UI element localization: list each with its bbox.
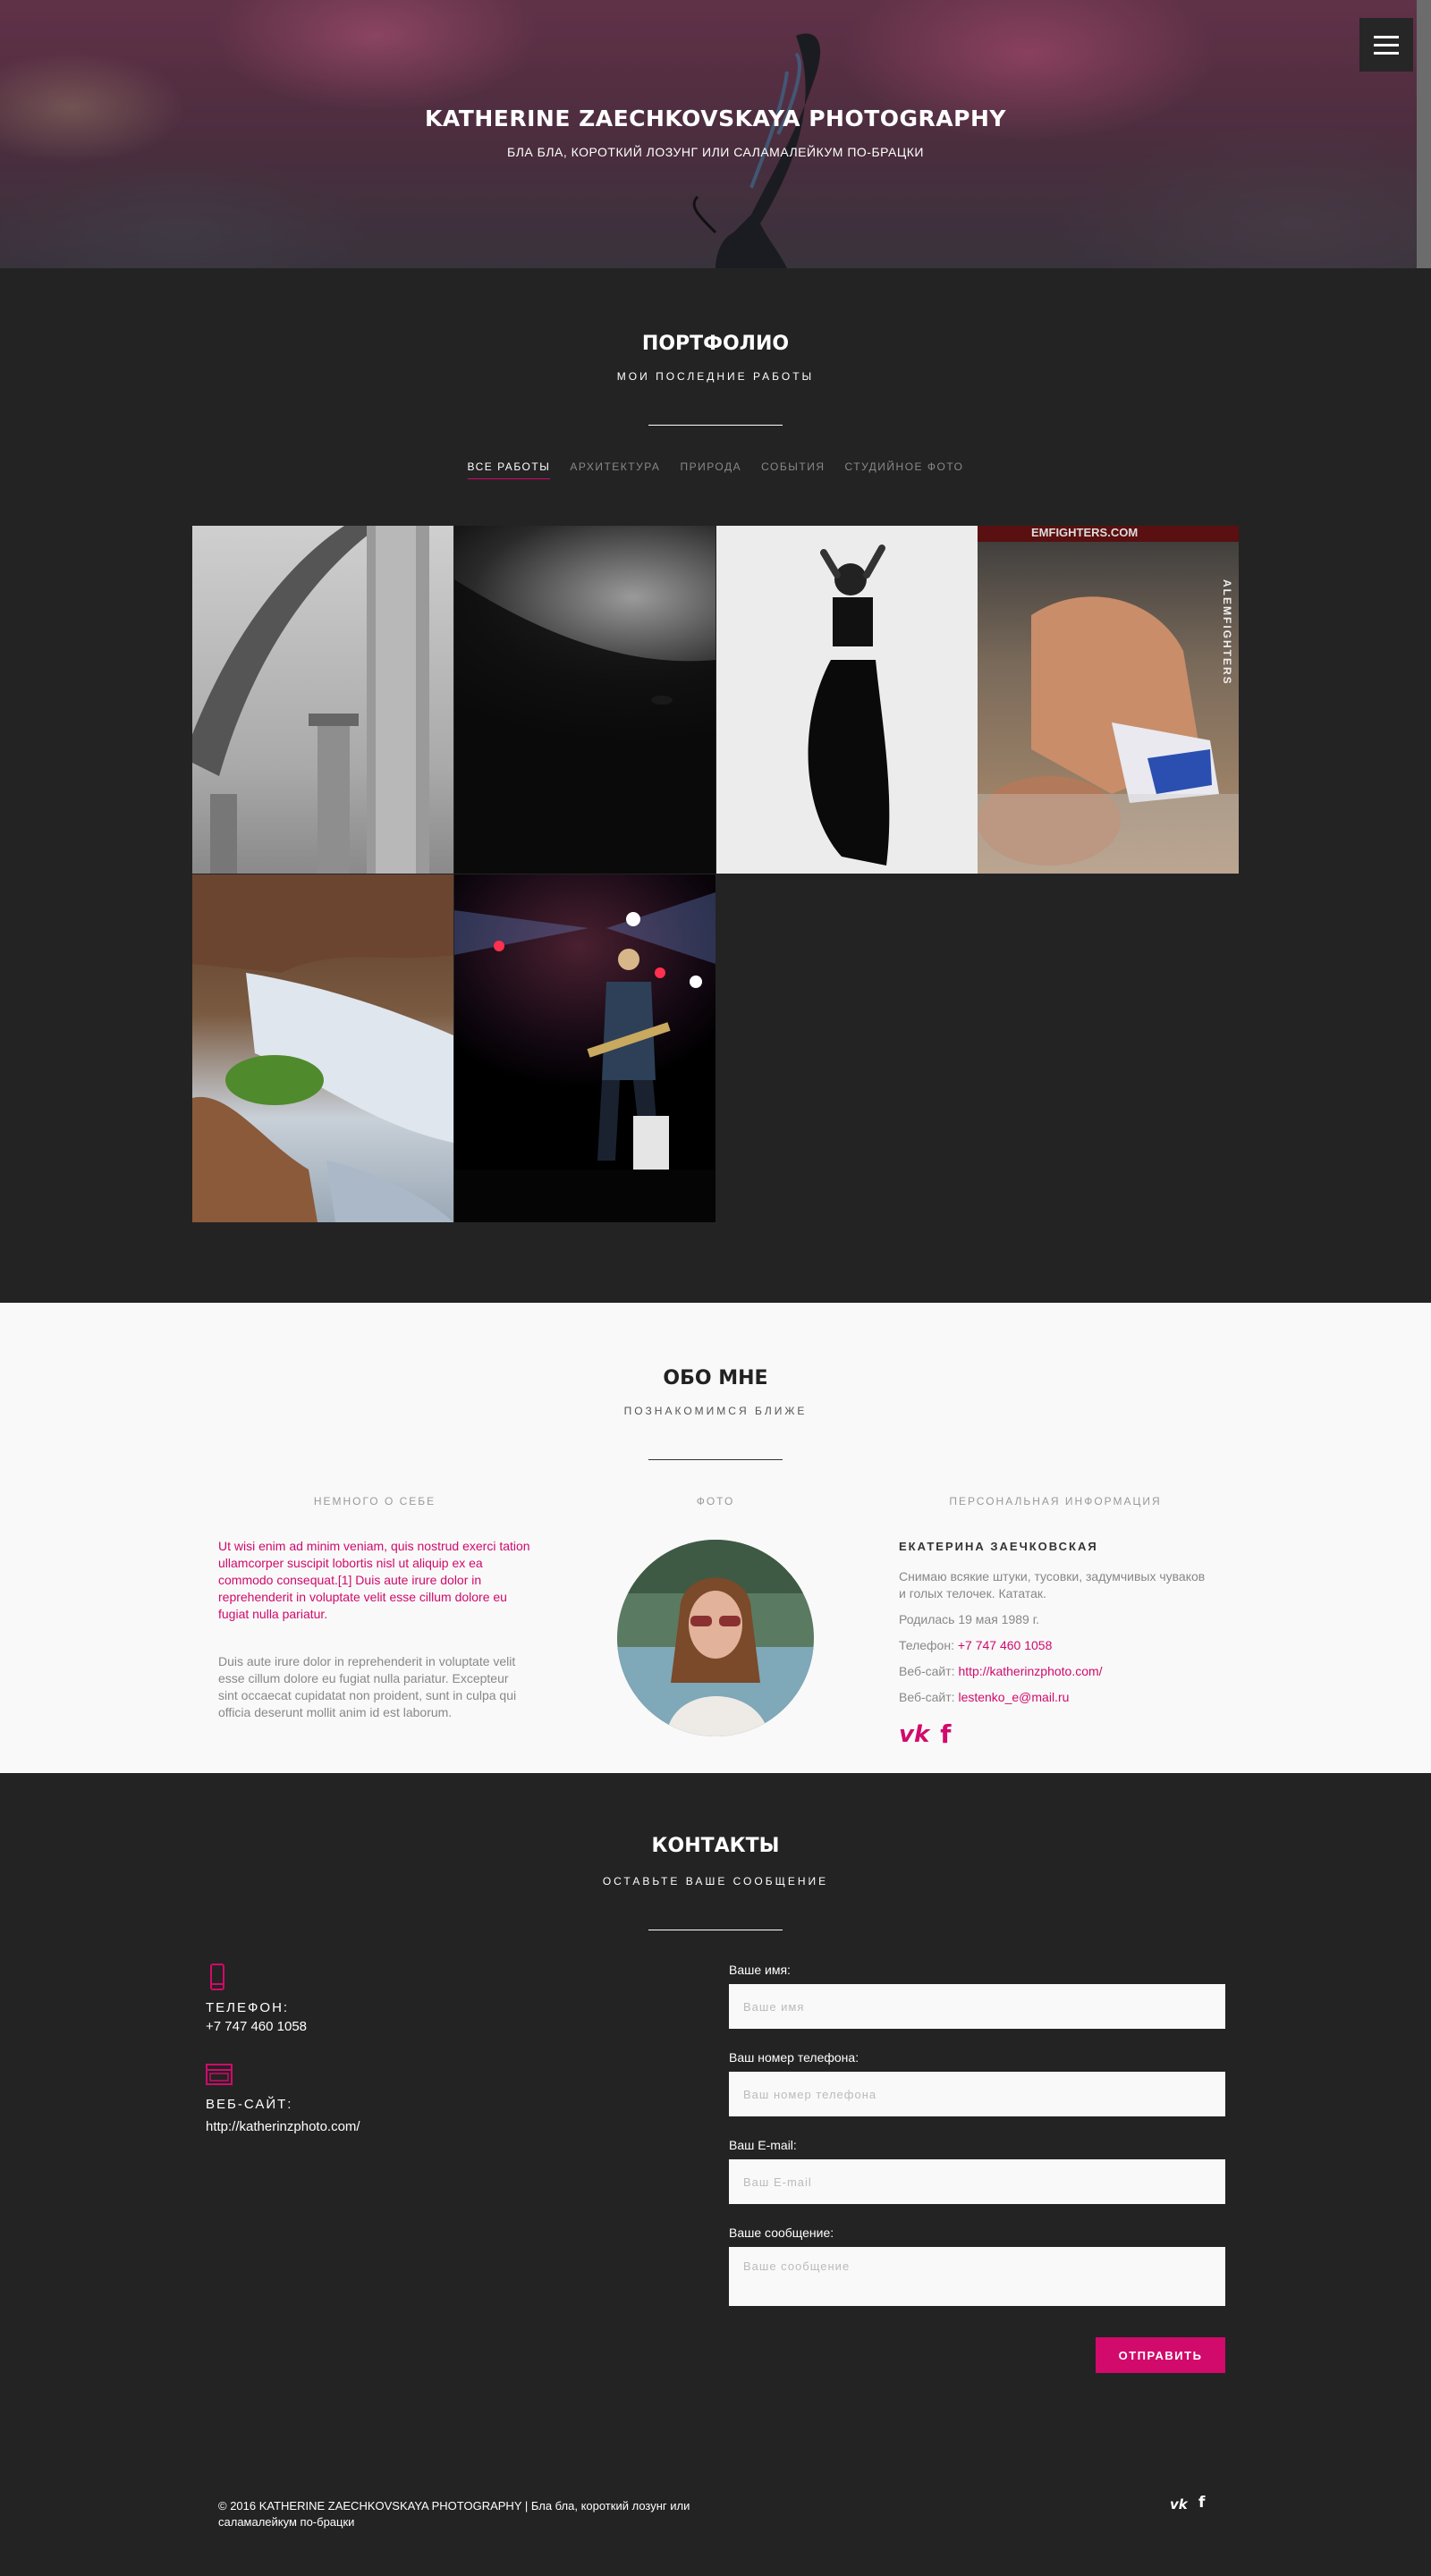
concert-photo	[454, 892, 716, 1222]
vk-icon[interactable]: vk	[899, 1721, 929, 1748]
hamburger-icon[interactable]	[1359, 18, 1413, 72]
architecture-photo	[192, 526, 429, 874]
contact-site[interactable]: http://katherinzphoto.com/	[206, 2119, 360, 2134]
portfolio-item-fight[interactable]: EMFIGHTERS.COM ALEMFIGHTERS	[978, 526, 1239, 874]
waterfall-photo	[192, 874, 453, 1222]
site-label: Веб-сайт:	[899, 1664, 955, 1678]
about-social: vk f	[899, 1719, 951, 1749]
person-born: Родилась 19 мая 1989 г.	[899, 1612, 1039, 1626]
portfolio-item-nude[interactable]	[454, 526, 716, 874]
filter-nature[interactable]: ПРИРОДА	[680, 460, 741, 479]
portfolio-title: ПОРТФОЛИО	[641, 333, 790, 355]
about-subtitle: ПОЗНАКОМИМСЯ БЛИЖЕ	[623, 1405, 808, 1417]
portfolio-item-architecture[interactable]	[192, 526, 453, 874]
phone-field-label: Ваш номер телефона:	[729, 2050, 859, 2065]
scrollbar[interactable]	[1417, 0, 1431, 268]
divider	[648, 1459, 783, 1460]
person-phone-row: Телефон: +7 747 460 1058	[899, 1637, 1212, 1654]
portfolio-item-dancer[interactable]	[716, 526, 978, 874]
col-head-about: НЕМНОГО О СЕБЕ	[313, 1495, 436, 1508]
col-head-info: ПЕРСОНАЛЬНАЯ ИНФОРМАЦИЯ	[949, 1495, 1162, 1508]
phone-link[interactable]: +7 747 460 1058	[958, 1638, 1053, 1652]
email-field-label: Ваш E-mail:	[729, 2138, 797, 2152]
site-title: KATHERINE ZAECHKOVSKAYA PHOTOGRAPHY	[425, 106, 1006, 131]
name-label: Ваше имя:	[729, 1963, 791, 1977]
phone-label: Телефон:	[899, 1638, 954, 1652]
filter-architecture[interactable]: АРХИТЕКТУРА	[570, 460, 660, 479]
portfolio-item-concert[interactable]	[454, 874, 716, 1222]
contact-phone: +7 747 460 1058	[206, 2019, 308, 2034]
fight-photo	[978, 596, 1239, 874]
portfolio-section: ПОРТФОЛИО МОИ ПОСЛЕДНИЕ РАБОТЫ ВСЕ РАБОТ…	[0, 268, 1431, 1303]
footer-vk-icon[interactable]: vk	[1170, 2496, 1188, 2513]
about-title: ОБО МНЕ	[663, 1367, 768, 1389]
divider	[648, 425, 783, 426]
filter-events[interactable]: СОБЫТИЯ	[761, 460, 825, 479]
avatar	[617, 1540, 814, 1736]
email-link[interactable]: lestenko_e@mail.ru	[958, 1690, 1069, 1704]
contacts-title: КОНТАКТЫ	[651, 1835, 780, 1857]
banner-text: EMFIGHTERS.COM	[978, 526, 1239, 542]
message-label: Ваше сообщение:	[729, 2225, 834, 2240]
cage-text: ALEMFIGHTERS	[1221, 579, 1233, 686]
about-text: Duis aute irure dolor in reprehenderit i…	[218, 1654, 517, 1719]
contacts-subtitle: ОСТАВЬТЕ ВАШЕ СООБЩЕНИЕ	[602, 1875, 829, 1888]
portfolio-item-waterfall[interactable]	[192, 874, 453, 1222]
about-section: ОБО МНЕ ПОЗНАКОМИМСЯ БЛИЖЕ НЕМНОГО О СЕБ…	[0, 1303, 1431, 1773]
site-tagline: БЛА БЛА, КОРОТКИЙ ЛОЗУНГ ИЛИ САЛАМАЛЕЙКУ…	[507, 145, 924, 159]
col-head-photo: ФОТО	[696, 1495, 735, 1508]
contact-site-label: ВЕБ-САЙТ:	[206, 2097, 293, 2112]
facebook-icon[interactable]: f	[940, 1719, 951, 1749]
about-text-highlight: Ut wisi enim ad minim veniam, quis nostr…	[218, 1539, 530, 1621]
submit-button[interactable]: ОТПРАВИТЬ	[1096, 2337, 1225, 2373]
filter-studio[interactable]: СТУДИЙНОЕ ФОТО	[845, 460, 964, 479]
phone-icon	[210, 1964, 224, 1990]
portfolio-subtitle: МОИ ПОСЛЕДНИЕ РАБОТЫ	[616, 370, 815, 383]
person-bio: Снимаю всякие штуки, тусовки, задумчивых…	[899, 1569, 1206, 1600]
footer-copyright: © 2016 KATHERINE ZAECHKOVSKAYA PHOTOGRAP…	[218, 2499, 690, 2529]
contacts-section: КОНТАКТЫ ОСТАВЬТЕ ВАШЕ СООБЩЕНИЕ ТЕЛЕФОН…	[0, 1773, 1431, 2576]
contact-phone-label: ТЕЛЕФОН:	[206, 2000, 290, 2015]
hero-banner: KATHERINE ZAECHKOVSKAYA PHOTOGRAPHY БЛА …	[0, 0, 1431, 268]
portfolio-filters: ВСЕ РАБОТЫ АРХИТЕКТУРА ПРИРОДА СОБЫТИЯ С…	[0, 460, 1431, 479]
footer-facebook-icon[interactable]: f	[1198, 2494, 1205, 2512]
body-photo	[454, 579, 716, 874]
browser-icon	[206, 2064, 233, 2085]
dancer-photo	[808, 545, 890, 866]
person-site-row: Веб-сайт: http://katherinzphoto.com/	[899, 1663, 1212, 1680]
email-label: Веб-сайт:	[899, 1690, 955, 1704]
person-name: ЕКАТЕРИНА ЗАЕЧКОВСКАЯ	[899, 1540, 1098, 1553]
person-email-row: Веб-сайт: lestenko_e@mail.ru	[899, 1689, 1212, 1706]
email-input[interactable]	[729, 2159, 1225, 2204]
message-input[interactable]	[729, 2247, 1225, 2306]
site-link[interactable]: http://katherinzphoto.com/	[958, 1664, 1102, 1678]
phone-input[interactable]	[729, 2072, 1225, 2116]
filter-all[interactable]: ВСЕ РАБОТЫ	[467, 460, 551, 479]
name-input[interactable]	[729, 1984, 1225, 2029]
